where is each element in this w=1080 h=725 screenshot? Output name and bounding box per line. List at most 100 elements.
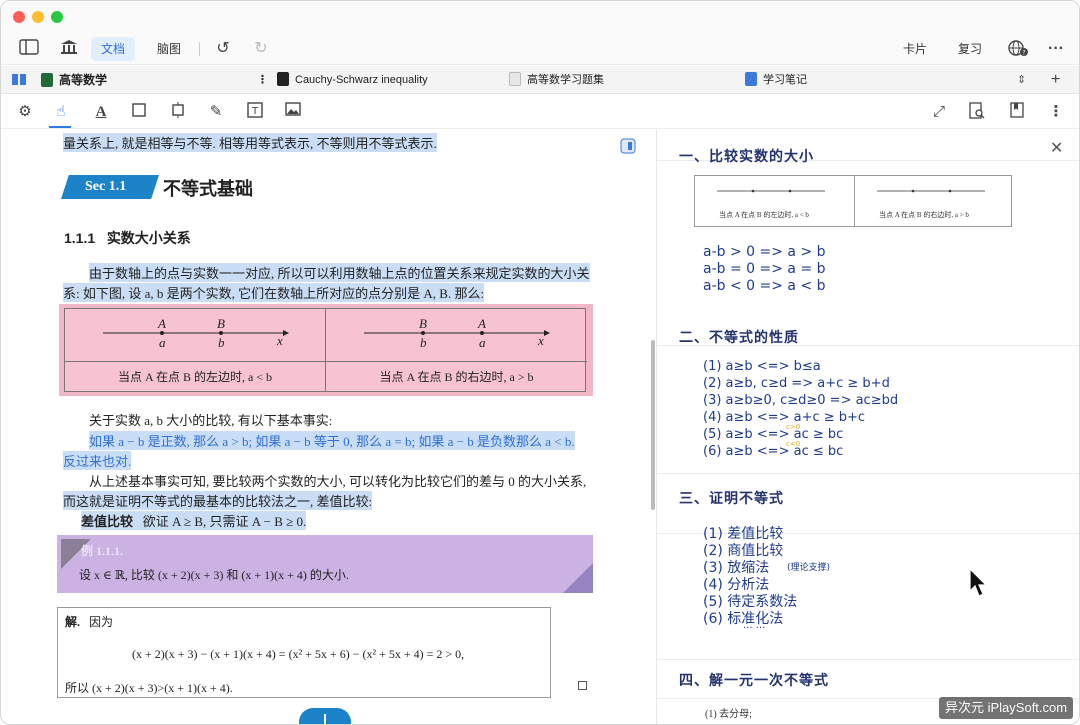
minimize-window-button[interactable]	[32, 11, 44, 23]
notebook-icon	[745, 72, 757, 86]
add-tab-icon[interactable]: +	[1051, 66, 1060, 94]
main-toolbar: 文档 脑图 ↺ ↻ 卡片 复习 ? ···	[1, 33, 1079, 65]
undo-icon[interactable]: ↺	[213, 39, 233, 59]
tab-menu-icon[interactable]: ⋮	[257, 66, 268, 94]
point-A-label: A	[478, 316, 486, 331]
notes-heading-3: 三、证明不等式	[679, 491, 784, 507]
point-b-label: b	[218, 335, 225, 350]
mouse-cursor-icon	[969, 567, 989, 602]
notes-rule: a-b = 0 => a = b	[703, 261, 826, 277]
library-icon[interactable]	[59, 39, 79, 59]
close-window-button[interactable]	[13, 11, 25, 23]
image-icon[interactable]	[283, 102, 303, 122]
notes-fig-caption-right: 当点 A 在点 B 的右边时, a > b	[879, 211, 969, 219]
paragraph-line: 而这就是证明不等式的最基本的比较法之一, 差值比较:	[63, 491, 373, 510]
settings-dial-icon[interactable]: ⚙	[15, 102, 35, 122]
bookmark-icon[interactable]	[1007, 102, 1027, 122]
svg-text:?: ?	[1022, 50, 1025, 57]
notes-rule: a-b < 0 => a < b	[703, 278, 826, 294]
figure-cell-right: B b A a x 当点 A 在点 B 的右边时, a > b	[326, 309, 587, 391]
solution-conclusion: 所以 (x + 2)(x + 3)>(x + 1)(x + 4).	[65, 681, 233, 695]
search-document-icon[interactable]	[967, 102, 987, 122]
figure-table: A a B b x 当点 A 在点 B 的左边时, a < b B b A a …	[64, 308, 587, 392]
tab-cauchy-schwarz[interactable]: Cauchy-Schwarz inequality	[277, 66, 428, 94]
tab-label: Cauchy-Schwarz inequality	[295, 74, 428, 86]
figure-divider	[854, 176, 855, 226]
tab-label: 高等数学	[59, 73, 108, 87]
hand-pointer-icon[interactable]: ☝	[51, 102, 71, 122]
card-button[interactable]: 卡片	[903, 37, 927, 61]
tab-label: 学习笔记	[763, 74, 807, 86]
point-A-label: A	[158, 316, 166, 331]
rectangle-select-icon[interactable]	[129, 102, 149, 122]
watermark: 异次元 iPlaySoft.com	[939, 697, 1074, 719]
corner-decoration	[563, 563, 593, 593]
subsection-title: 1.1.1 实数大小关系	[64, 228, 191, 248]
notes-heading-4: 四、解一元一次不等式	[679, 673, 829, 689]
tab-mindmap[interactable]: 脑图	[147, 37, 191, 61]
solution-head: 解. 因为	[65, 613, 113, 630]
notes-fig-caption-left: 当点 A 在点 B 的左边时, a < b	[719, 211, 809, 219]
paragraph-line: 从上述基本事实可知, 要比较两个实数的大小, 可以转化为比较它们的差与 0 的大…	[89, 474, 587, 489]
redo-icon[interactable]: ↻	[251, 39, 271, 59]
page-note-icon[interactable]	[620, 138, 636, 154]
notes-ellipsis: ... ...	[743, 620, 766, 631]
annotation-toolbar: ⚙ ☝ A ✎ T ⤢ ⋮	[1, 95, 1079, 129]
point-B-label: B	[217, 316, 225, 331]
tab-study-notes[interactable]: 学习笔记	[745, 66, 807, 94]
zoom-window-button[interactable]	[51, 11, 63, 23]
condition-note: c>0	[786, 423, 801, 431]
document-icon	[509, 72, 521, 86]
book-cover-icon	[41, 73, 53, 87]
text-box-icon[interactable]: T	[245, 102, 265, 122]
notes-property: (5) a≥b <=> ac ≥ bc	[703, 427, 844, 442]
review-button[interactable]: 复习	[958, 37, 982, 61]
active-tool-indicator	[49, 126, 71, 128]
tab-switch-icon[interactable]: ⇕	[1017, 66, 1026, 94]
solution-label: 解.	[65, 615, 81, 629]
paragraph-line: 由于数轴上的点与实数一一对应, 所以可以利用数轴上点的位置关系来规定实数的大小关	[89, 263, 590, 282]
method-text: 欲证 A ≥ B, 只需证 A − B ≥ 0.	[142, 514, 307, 529]
subsection-number: 1.1.1	[64, 230, 96, 246]
tab-advanced-math[interactable]: 高等数学	[41, 66, 107, 94]
fullscreen-icon[interactable]: ⤢	[929, 102, 949, 122]
document-pane[interactable]: 量关系上, 就是相等与不等. 相等用等式表示, 不等则用不等式表示. Sec 1…	[1, 130, 656, 724]
title-bar	[1, 1, 1079, 33]
point-a-label: a	[479, 335, 486, 350]
document-icon	[277, 72, 289, 86]
paragraph-line: 系: 如下图, 设 a, b 是两个实数, 它们在数轴上所对应的点分别是 A, …	[63, 283, 485, 302]
tab-document[interactable]: 文档	[91, 37, 136, 61]
book-icon[interactable]	[12, 73, 26, 86]
document-scrollbar[interactable]	[651, 340, 655, 510]
qed-box-icon	[578, 681, 587, 690]
ruled-line	[657, 659, 1079, 660]
method-label: 差值比较	[81, 514, 134, 529]
notes-property: (2) a≥b, c≥d => a+c ≥ b+d	[703, 376, 890, 391]
notes-property: (1) a≥b <=> b≤a	[703, 359, 821, 374]
condition-note: c<0	[786, 440, 801, 448]
sidebar-toggle-icon[interactable]	[19, 39, 39, 59]
text-highlight-icon[interactable]: A	[91, 102, 111, 122]
ruled-line	[657, 473, 1079, 474]
example-tag: 例 1.1.1.	[81, 544, 124, 558]
tab-exercise-set[interactable]: 高等数学习题集	[509, 66, 604, 94]
point-b-label: b	[420, 335, 427, 350]
notes-property: (6) a≥b <=> ac ≤ bc	[703, 444, 844, 459]
close-notes-icon[interactable]: ✕	[1050, 138, 1063, 157]
more-icon[interactable]: ···	[1045, 39, 1067, 59]
more-vertical-icon[interactable]: ⋮	[1046, 102, 1066, 122]
notes-heading-2: 二、不等式的性质	[679, 330, 799, 346]
figure-caption-right: 当点 A 在点 B 的右边时, a > b	[326, 361, 587, 391]
section-title: 不等式基础	[163, 179, 253, 199]
crop-icon[interactable]	[168, 102, 188, 122]
toolbar-divider	[199, 42, 200, 56]
notes-pane[interactable]: ✕ 一、比较实数的大小 当点 A 在点 B 的左边时, a < b 当点 A 在…	[657, 130, 1079, 724]
subsection-name: 实数大小关系	[106, 230, 191, 246]
pen-icon[interactable]: ✎	[206, 102, 226, 122]
point-a-label: a	[159, 335, 166, 350]
notes-step: (1) 去分母;	[705, 709, 752, 720]
www-help-icon[interactable]: ?	[1007, 39, 1029, 59]
number-line-figure: A a B b x 当点 A 在点 B 的左边时, a < b B b A a …	[59, 304, 593, 396]
page-handle[interactable]	[299, 708, 351, 724]
notes-property: (4) a≥b <=> a+c ≥ b+c	[703, 410, 866, 425]
